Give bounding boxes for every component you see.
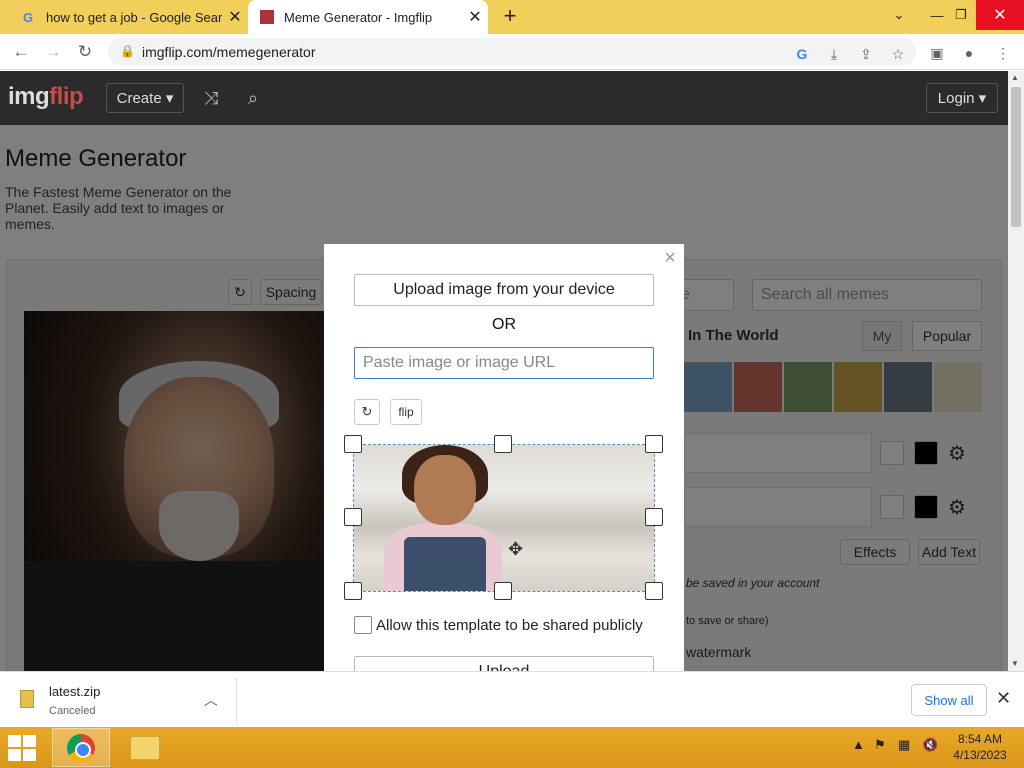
file-explorer-taskbar-button[interactable] bbox=[116, 728, 174, 767]
clock-date: 4/13/2023 bbox=[953, 748, 1007, 762]
install-icon[interactable]: ⤓ bbox=[824, 44, 844, 64]
login-button[interactable]: Login ▾ bbox=[926, 83, 998, 113]
chevron-up-icon[interactable]: ︿ bbox=[204, 690, 218, 710]
restore-icon[interactable]: ❐ bbox=[946, 0, 976, 30]
tab-title: how to get a job - Google Search bbox=[46, 9, 222, 25]
tab-title: Meme Generator - Imgflip bbox=[284, 9, 433, 25]
imgflip-icon bbox=[260, 10, 274, 24]
crop-handle[interactable] bbox=[645, 582, 663, 600]
rotate-button[interactable]: ↻ bbox=[354, 399, 380, 425]
show-hidden-icons-icon[interactable]: ▲ bbox=[852, 737, 865, 752]
chrome-taskbar-button[interactable] bbox=[52, 728, 110, 767]
image-url-input[interactable] bbox=[354, 347, 654, 379]
upload-from-device-button[interactable]: Upload image from your device bbox=[354, 274, 654, 306]
new-tab-button[interactable]: + bbox=[498, 4, 522, 30]
share-publicly-checkbox[interactable] bbox=[354, 616, 372, 634]
browser-toolbar: ← → ↻ 🔒 imgflip.com/memegenerator G ⤓ ⇪ … bbox=[0, 34, 1024, 70]
uploaded-image bbox=[354, 445, 654, 591]
close-icon[interactable]: × bbox=[660, 248, 680, 268]
upload-template-modal: × Upload image from your device OR ↻ fli… bbox=[324, 244, 684, 671]
system-clock[interactable]: 8:54 AM 4/13/2023 bbox=[948, 731, 1012, 763]
zip-file-icon bbox=[20, 690, 34, 708]
download-file-name[interactable]: latest.zip bbox=[49, 684, 100, 699]
share-publicly-label: Allow this template to be shared publicl… bbox=[376, 617, 643, 634]
download-bar: latest.zip Canceled ︿ Show all ✕ bbox=[0, 671, 1024, 727]
shuffle-icon[interactable]: ⤨ bbox=[198, 85, 224, 111]
reload-icon[interactable]: ↻ bbox=[72, 40, 98, 64]
tab-search-icon[interactable]: ⌄ bbox=[886, 0, 912, 30]
clock-time: 8:54 AM bbox=[957, 732, 1003, 746]
show-all-button[interactable]: Show all bbox=[911, 684, 987, 716]
url-text: imgflip.com/memegenerator bbox=[142, 44, 316, 60]
or-separator: OR bbox=[492, 316, 516, 333]
volume-muted-icon[interactable]: 🔇 bbox=[922, 737, 938, 753]
search-icon[interactable]: ⌕ bbox=[240, 85, 266, 111]
crop-handle[interactable] bbox=[494, 435, 512, 453]
create-menu-button[interactable]: Create ▾ bbox=[106, 83, 184, 113]
crop-handle[interactable] bbox=[344, 582, 362, 600]
move-cursor-icon: ✥ bbox=[508, 539, 524, 559]
back-icon[interactable]: ← bbox=[8, 40, 34, 64]
menu-icon[interactable]: ⋮ bbox=[992, 42, 1014, 64]
upload-button[interactable]: Upload bbox=[354, 656, 654, 671]
download-status: Canceled bbox=[49, 705, 96, 717]
page-viewport: imgflip Create ▾ ⤨ ⌕ Login ▾ Meme Genera… bbox=[0, 71, 1008, 671]
address-bar[interactable]: 🔒 imgflip.com/memegenerator G ⤓ ⇪ ☆ bbox=[108, 38, 916, 66]
windows-taskbar: ▲ ⚑ ▦ 🔇 8:54 AM 4/13/2023 bbox=[0, 727, 1024, 768]
crop-handle[interactable] bbox=[645, 435, 663, 453]
crop-area[interactable] bbox=[353, 444, 655, 592]
chrome-icon bbox=[67, 733, 95, 762]
crop-handle[interactable] bbox=[645, 508, 663, 526]
scrollbar-thumb[interactable] bbox=[1011, 87, 1021, 227]
crop-handle[interactable] bbox=[344, 435, 362, 453]
google-lens-icon[interactable]: G bbox=[792, 44, 812, 64]
site-header: imgflip Create ▾ ⤨ ⌕ Login ▾ bbox=[0, 71, 1008, 125]
profile-icon[interactable]: ● bbox=[958, 42, 980, 64]
scroll-down-icon[interactable]: ▼ bbox=[1011, 659, 1019, 668]
window-close-button[interactable]: ✕ bbox=[976, 0, 1024, 30]
crop-handle[interactable] bbox=[344, 508, 362, 526]
side-panel-icon[interactable]: ▣ bbox=[926, 42, 948, 64]
tab-meme-generator[interactable]: Meme Generator - Imgflip ✕ bbox=[248, 0, 488, 34]
lock-icon: 🔒 bbox=[120, 44, 135, 58]
page-scrollbar[interactable]: ▲ ▼ bbox=[1008, 71, 1024, 671]
folder-icon bbox=[130, 735, 160, 760]
close-tab-icon[interactable]: ✕ bbox=[462, 7, 488, 27]
close-icon[interactable]: ✕ bbox=[996, 688, 1011, 709]
crop-handle[interactable] bbox=[494, 582, 512, 600]
close-tab-icon[interactable]: ✕ bbox=[222, 7, 248, 27]
flag-icon[interactable]: ⚑ bbox=[874, 737, 886, 753]
bookmark-star-icon[interactable]: ☆ bbox=[888, 44, 908, 64]
share-icon[interactable]: ⇪ bbox=[856, 44, 876, 64]
google-g-icon: G bbox=[22, 9, 34, 25]
browser-tab-strip: G how to get a job - Google Search ✕ Mem… bbox=[0, 0, 1024, 34]
tab-google-search[interactable]: G how to get a job - Google Search ✕ bbox=[8, 0, 248, 34]
scroll-up-icon[interactable]: ▲ bbox=[1011, 73, 1019, 82]
network-icon[interactable]: ▦ bbox=[898, 737, 910, 753]
imgflip-logo[interactable]: imgflip bbox=[8, 83, 84, 111]
forward-icon[interactable]: → bbox=[40, 40, 66, 64]
windows-start-icon[interactable] bbox=[8, 735, 38, 761]
flip-button[interactable]: flip bbox=[390, 399, 422, 425]
